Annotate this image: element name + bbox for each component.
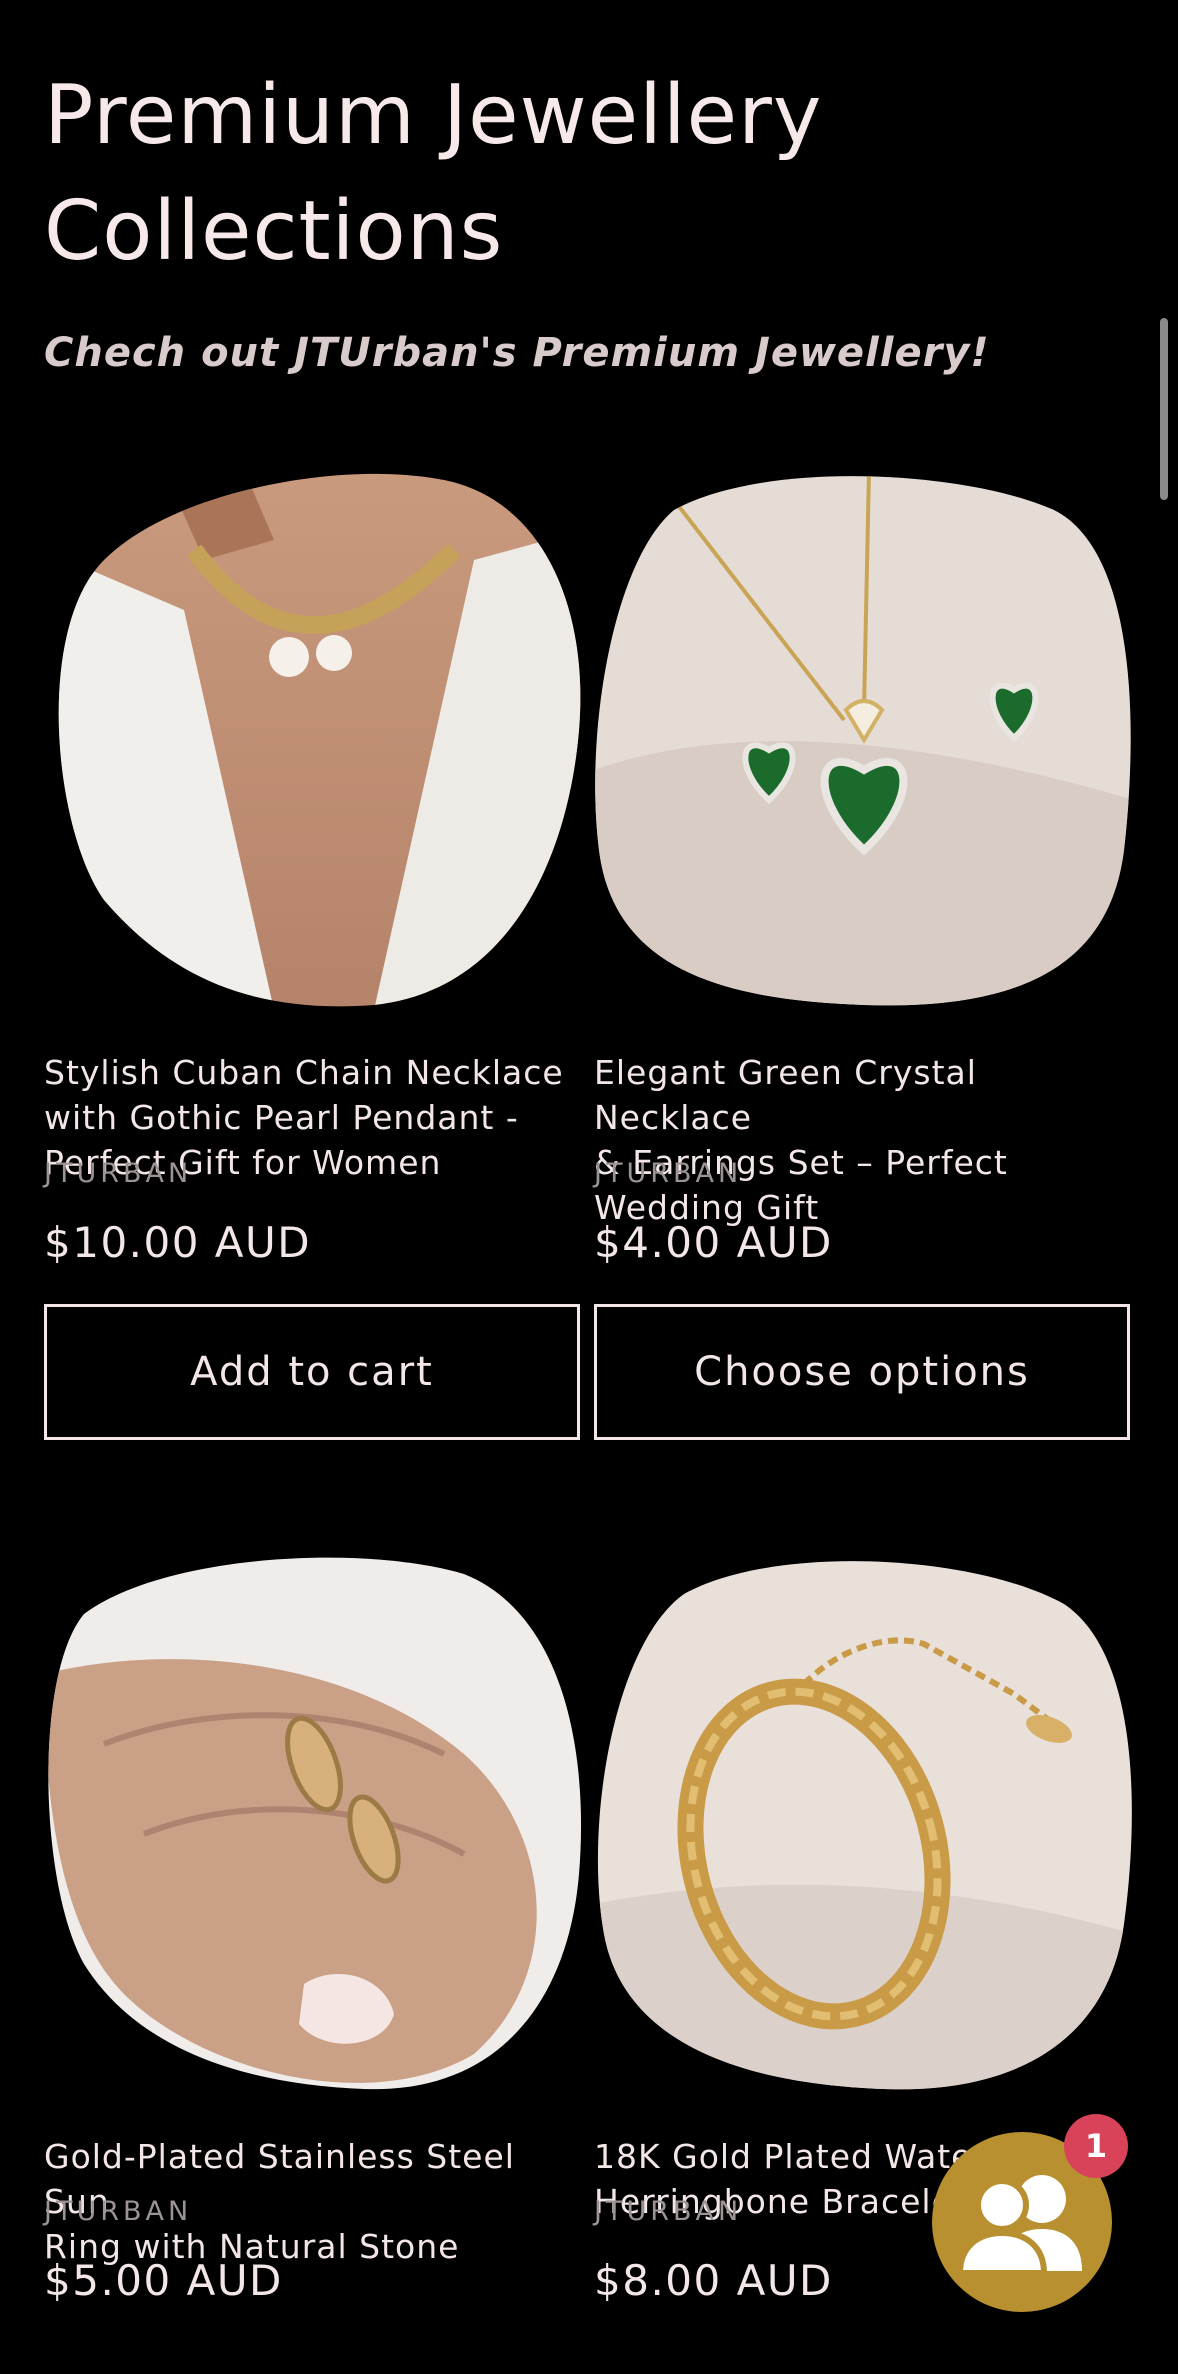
product-title[interactable]: Elegant Green Crystal Necklace & Earring…: [594, 1050, 1134, 1230]
product-title-line: Elegant Green Crystal Necklace: [594, 1053, 977, 1137]
product-image[interactable]: [44, 1554, 584, 2094]
add-to-cart-button[interactable]: Add to cart: [44, 1304, 580, 1440]
page-subtitle: Chech out JTUrban's Premium Jewellery!: [44, 330, 990, 376]
product-price: $5.00 AUD: [44, 2256, 283, 2305]
product-title-line: Stylish Cuban Chain Necklace: [44, 1053, 564, 1092]
pearl-chain-necklace-photo-icon: [58, 473, 581, 1007]
herringbone-bracelet-photo-icon: [597, 1561, 1132, 2090]
product-price: $4.00 AUD: [594, 1218, 833, 1267]
product-vendor: JTURBAN: [44, 1158, 193, 1189]
product-price: $8.00 AUD: [594, 2256, 833, 2305]
product-image[interactable]: [594, 470, 1134, 1010]
product-price: $10.00 AUD: [44, 1218, 312, 1267]
product-vendor: JTURBAN: [594, 1158, 743, 1189]
notification-badge: 1: [1064, 2114, 1128, 2178]
scrollbar[interactable]: [1160, 318, 1168, 500]
product-image[interactable]: [44, 470, 584, 1010]
product-vendor: JTURBAN: [44, 2196, 193, 2227]
collection-page: Premium Jewellery Collections Chech out …: [0, 0, 1178, 2373]
product-card[interactable]: Gold-Plated Stainless Steel Sun Ring wit…: [44, 1554, 584, 2374]
community-chat-icon: [960, 2175, 1082, 2276]
product-card[interactable]: Stylish Cuban Chain Necklace with Gothic…: [44, 470, 584, 1470]
product-vendor: JTURBAN: [594, 2196, 743, 2227]
product-image[interactable]: [594, 1554, 1134, 2094]
product-card[interactable]: Elegant Green Crystal Necklace & Earring…: [594, 470, 1134, 1470]
choose-options-button[interactable]: Choose options: [594, 1304, 1130, 1440]
product-title-line: with Gothic Pearl Pendant -: [44, 1098, 519, 1137]
green-crystal-necklace-photo-icon: [595, 476, 1131, 1006]
page-title: Premium Jewellery Collections: [44, 58, 944, 290]
gold-rings-hand-photo-icon: [48, 1557, 582, 2090]
page-title-text: Premium Jewellery Collections: [44, 68, 823, 279]
